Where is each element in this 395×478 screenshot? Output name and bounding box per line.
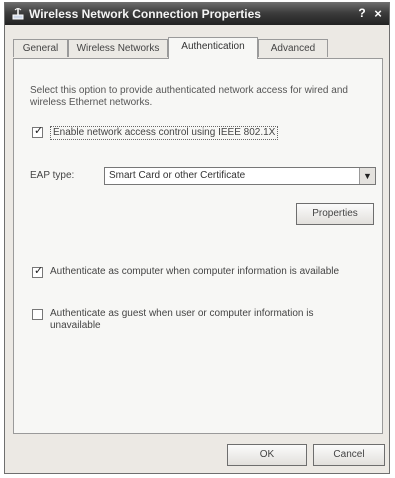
network-connection-icon (12, 8, 24, 20)
cancel-button[interactable]: Cancel (313, 444, 385, 466)
title-bar[interactable]: Wireless Network Connection Properties ?… (5, 3, 389, 25)
description-text: Select this option to provide authentica… (30, 85, 348, 108)
properties-button-label: Properties (312, 208, 358, 219)
enable-8021x-label[interactable]: Enable network access control using IEEE… (50, 126, 279, 140)
tab-authentication[interactable]: Authentication (168, 37, 258, 59)
enable-8021x-checkbox[interactable]: ✓ (32, 125, 44, 138)
properties-button[interactable]: Properties (296, 203, 374, 225)
eap-type-label: EAP type: (30, 170, 75, 181)
cancel-button-label: Cancel (333, 449, 365, 460)
ok-button[interactable]: OK (227, 444, 307, 466)
eap-type-value: Smart Card or other Certificate (109, 170, 246, 181)
tab-wireless-networks[interactable]: Wireless Networks (68, 39, 168, 57)
authentication-panel: Select this option to provide authentica… (13, 58, 383, 434)
help-button[interactable]: ? (355, 6, 369, 21)
auth-guest-label[interactable]: Authenticate as guest when user or compu… (50, 308, 360, 332)
close-button[interactable]: × (371, 6, 385, 21)
auth-computer-checkbox[interactable]: ✓ (32, 265, 44, 278)
ok-button-label: OK (259, 449, 275, 460)
window-title: Wireless Network Connection Properties (29, 7, 261, 21)
tab-general[interactable]: General (13, 39, 68, 57)
checkmark-icon: ✓ (34, 265, 44, 277)
auth-guest-checkbox[interactable] (32, 309, 43, 320)
chevron-down-icon[interactable]: ▼ (359, 168, 375, 184)
eap-type-select[interactable]: Smart Card or other Certificate ▼ (104, 167, 376, 185)
tab-advanced[interactable]: Advanced (258, 39, 328, 57)
checkmark-icon: ✓ (34, 125, 44, 137)
properties-dialog: Wireless Network Connection Properties ?… (4, 2, 390, 474)
auth-computer-label[interactable]: Authenticate as computer when computer i… (50, 266, 360, 278)
